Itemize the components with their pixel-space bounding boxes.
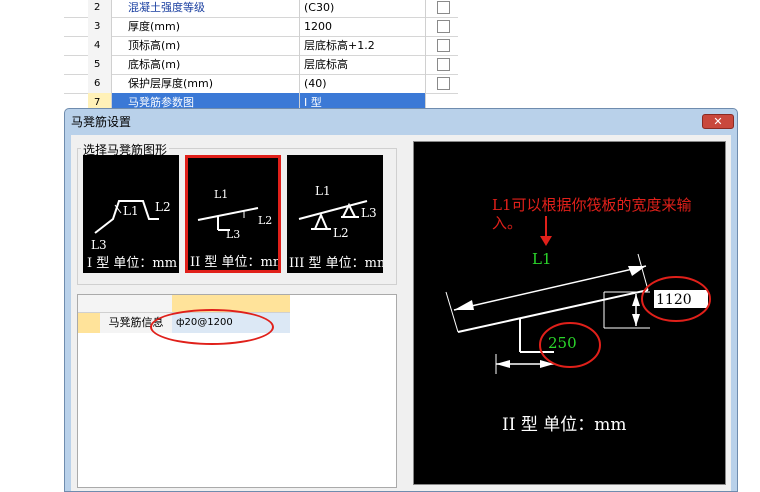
table-row[interactable]: 4 顶标高(m) 层底标高+1.2 — [64, 36, 458, 56]
shape-label-l3: L3 — [361, 206, 377, 220]
shape-type-1-icon: L1 L2 L3 I 型 单位：mm — [87, 200, 177, 271]
property-value[interactable]: 层底标高+1.2 — [300, 36, 426, 55]
shape-type-3-icon: L1 L2 L3 III 型 单位：mm — [289, 184, 383, 271]
shape-label-l2: L2 — [333, 226, 349, 240]
table-row[interactable]: 3 厚度(mm) 1200 — [64, 17, 458, 37]
close-icon: ✕ — [713, 115, 723, 128]
preview-caption: II 型 单位：mm — [502, 415, 626, 435]
shape-caption: II 型 单位：mm — [190, 255, 278, 270]
preview-width-value[interactable]: 250 — [548, 334, 577, 352]
row-number: 3 — [88, 17, 112, 36]
property-name: 保护层厚度(mm) — [112, 74, 300, 93]
type-2-diagram: L1 250 1120 II 型 单位：mm — [445, 216, 711, 435]
property-name: 顶标高(m) — [112, 36, 300, 55]
close-button[interactable]: ✕ — [702, 114, 734, 129]
property-name: 底标高(m) — [112, 55, 300, 74]
row-checkbox[interactable] — [437, 58, 450, 71]
property-value[interactable]: 层底标高 — [300, 55, 426, 74]
property-value[interactable]: (40) — [300, 74, 426, 93]
grid-corner-header — [78, 295, 101, 313]
shape-preview-canvas: L1 250 1120 II 型 单位：mm — [413, 141, 726, 485]
preview-l1-label: L1 — [532, 250, 552, 268]
shape-type-2-icon: L1 L2 L3 II 型 单位：mm — [190, 188, 278, 270]
property-name: 混凝土强度等级 — [112, 0, 300, 17]
row-number: 2 — [88, 0, 112, 17]
shape-label-l2: L2 — [258, 214, 272, 227]
shape-label-l1: L1 — [123, 204, 139, 218]
highlight-circle-info — [150, 309, 274, 345]
shape-label-l3: L3 — [91, 238, 107, 252]
table-row[interactable]: 5 底标高(m) 层底标高 — [64, 55, 458, 75]
shape-option-type-1[interactable]: L1 L2 L3 I 型 单位：mm — [83, 155, 179, 273]
shape-label-l3: L3 — [226, 228, 240, 241]
property-name: 厚度(mm) — [112, 17, 300, 36]
row-number: 6 — [88, 74, 112, 93]
annotation-text: L1可以根据你筏板的宽度来输 — [492, 196, 692, 214]
shape-label-l1: L1 — [315, 184, 331, 198]
shape-label-l1: L1 — [214, 188, 228, 201]
row-number: 4 — [88, 36, 112, 55]
table-row[interactable]: 6 保护层厚度(mm) (40) — [64, 74, 458, 94]
property-value[interactable]: (C30) — [300, 0, 426, 17]
table-row[interactable]: 2 混凝土强度等级 (C30) — [64, 0, 458, 18]
row-checkbox[interactable] — [437, 1, 450, 14]
title-bar[interactable]: 马凳筋设置 ✕ — [65, 109, 737, 133]
shape-label-l2: L2 — [155, 200, 171, 214]
grid-column-header — [100, 295, 173, 313]
shape-caption: III 型 单位：mm — [289, 256, 383, 271]
row-header[interactable] — [78, 313, 101, 333]
row-checkbox[interactable] — [437, 77, 450, 90]
preview-height-input[interactable]: 1120 — [656, 292, 692, 308]
dialog-title: 马凳筋设置 — [71, 115, 132, 129]
shape-option-type-3[interactable]: L1 L2 L3 III 型 单位：mm — [287, 155, 383, 273]
property-value[interactable]: 1200 — [300, 17, 426, 36]
annotation-text-line2: 入。 — [492, 214, 523, 232]
property-table: 2 混凝土强度等级 (C30) 3 厚度(mm) 1200 4 顶标高(m) 层… — [64, 0, 458, 113]
row-checkbox[interactable] — [437, 20, 450, 33]
row-number: 5 — [88, 55, 112, 74]
row-checkbox[interactable] — [437, 39, 450, 52]
shape-option-type-2[interactable]: L1 L2 L3 II 型 单位：mm — [185, 155, 281, 273]
rebar-chair-dialog: 马凳筋设置 ✕ 选择马凳筋图形 L1 L2 L3 I 型 单位：mm L1 L2… — [64, 108, 738, 492]
shape-caption: I 型 单位：mm — [87, 256, 177, 271]
